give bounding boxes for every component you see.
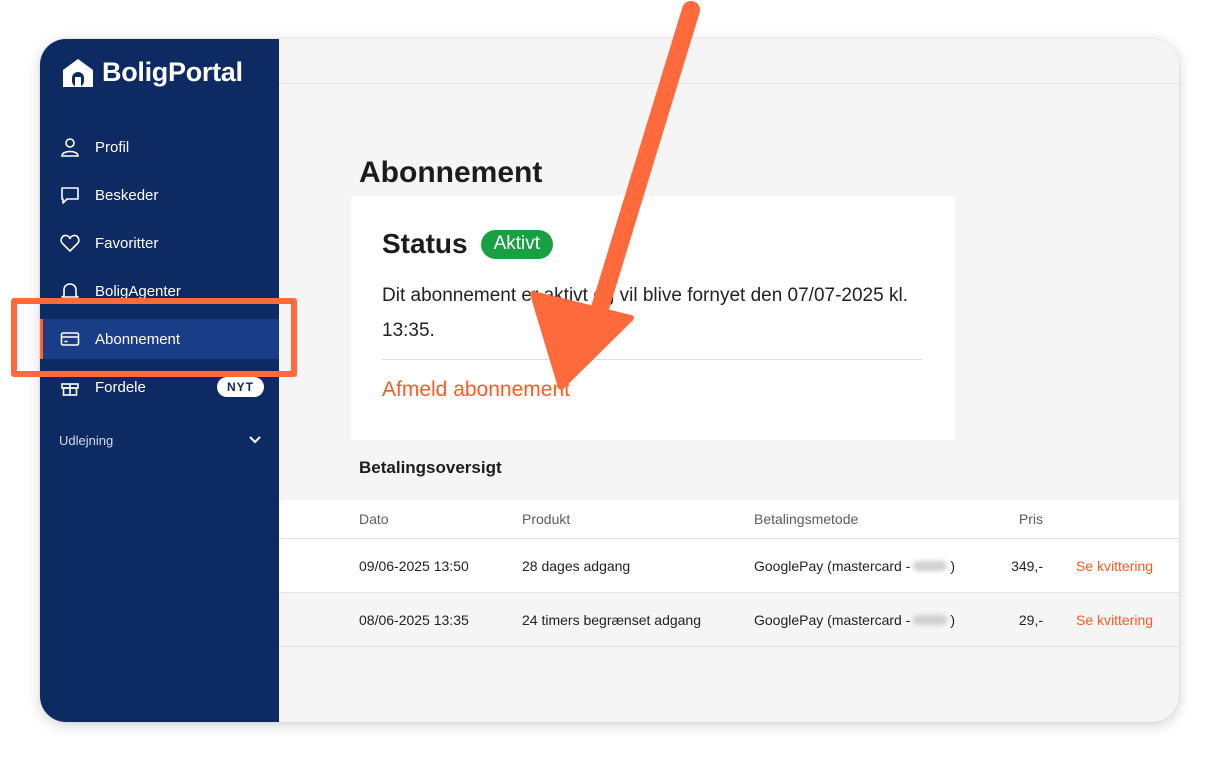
sidebar-section-udlejning[interactable]: Udlejning <box>59 433 113 448</box>
payment-method-end: ) <box>950 557 956 574</box>
main-content: Abonnement Status Aktivt Dit abonnement … <box>279 83 1179 722</box>
redacted-card-number <box>913 614 948 625</box>
payment-method: GooglePay (mastercard - ) <box>754 539 955 592</box>
brand-logo[interactable]: BoligPortal <box>62 57 243 88</box>
subscription-description: Dit abonnement er aktivt og vil blive fo… <box>382 285 908 341</box>
app-window: BoligPortal Profil Beskeder Favoritter B… <box>40 39 1179 722</box>
status-badge: Aktivt <box>480 229 554 259</box>
sidebar-item-favoritter[interactable]: Favoritter <box>40 223 279 263</box>
sidebar-item-label: Beskeder <box>95 186 159 204</box>
payment-method-end: ) <box>950 611 956 628</box>
house-logo-icon <box>63 58 93 87</box>
payment-date: 09/06-2025 13:50 <box>359 557 469 574</box>
sidebar-item-label: Profil <box>95 138 130 156</box>
column-header-product: Produkt <box>522 511 571 527</box>
receipt-link[interactable]: Se kvittering <box>1076 539 1153 592</box>
payment-price: 29,- <box>1018 611 1043 628</box>
payments-title: Betalingsoversigt <box>359 458 502 477</box>
redacted-card-number <box>913 560 948 571</box>
sidebar-item-beskeder[interactable]: Beskeder <box>40 175 279 215</box>
sidebar-item-profil[interactable]: Profil <box>40 127 279 167</box>
card-icon <box>60 332 80 346</box>
new-badge: NYT <box>217 377 264 397</box>
payment-product: 28 dages adgang <box>522 557 631 574</box>
chevron-down-icon[interactable] <box>248 432 262 446</box>
sidebar-item-label: Fordele <box>95 378 146 396</box>
sidebar-item-label: Abonnement <box>95 330 181 348</box>
sidebar: BoligPortal Profil Beskeder Favoritter B… <box>40 39 279 722</box>
chat-icon <box>61 187 79 204</box>
payment-method: GooglePay (mastercard - ) <box>754 593 955 646</box>
gift-icon <box>61 383 79 396</box>
status-row: Status Aktivt <box>382 228 554 260</box>
status-title: Status <box>382 228 468 259</box>
cancel-subscription-link[interactable]: Afmeld abonnement <box>382 378 570 402</box>
status-card: Status Aktivt Dit abonnement er aktivt o… <box>351 196 955 440</box>
table-row: 08/06-2025 13:35 24 timers begrænset adg… <box>279 593 1179 647</box>
table-row: 09/06-2025 13:50 28 dages adgang GoogleP… <box>279 539 1179 593</box>
column-header-method: Betalingsmetode <box>754 511 859 527</box>
sidebar-item-label: BoligAgenter <box>95 282 181 300</box>
column-header-date: Dato <box>359 511 389 527</box>
brand-name: BoligPortal <box>102 57 243 87</box>
sidebar-item-label: Favoritter <box>95 234 159 252</box>
payment-method-text: GooglePay (mastercard - <box>754 557 911 574</box>
payment-price: 349,- <box>1011 557 1043 574</box>
payment-method-text: GooglePay (mastercard - <box>754 611 911 628</box>
column-header-price: Pris <box>1018 511 1043 527</box>
sidebar-item-abonnement[interactable]: Abonnement <box>40 319 279 359</box>
card-divider <box>382 359 922 360</box>
top-bar <box>279 39 1179 84</box>
receipt-link[interactable]: Se kvittering <box>1076 593 1153 646</box>
bell-icon <box>61 283 79 300</box>
sidebar-item-boligagenter[interactable]: BoligAgenter <box>40 271 279 311</box>
sidebar-item-fordele[interactable]: Fordele NYT <box>40 367 279 407</box>
payments-table: Dato Produkt Betalingsmetode Pris 09/06-… <box>279 500 1179 647</box>
table-header: Dato Produkt Betalingsmetode Pris <box>279 500 1179 539</box>
payment-product: 24 timers begrænset adgang <box>522 611 701 628</box>
heart-icon <box>60 234 80 252</box>
payment-date: 08/06-2025 13:35 <box>359 611 469 628</box>
page-title: Abonnement <box>359 156 543 189</box>
user-icon <box>61 138 79 157</box>
